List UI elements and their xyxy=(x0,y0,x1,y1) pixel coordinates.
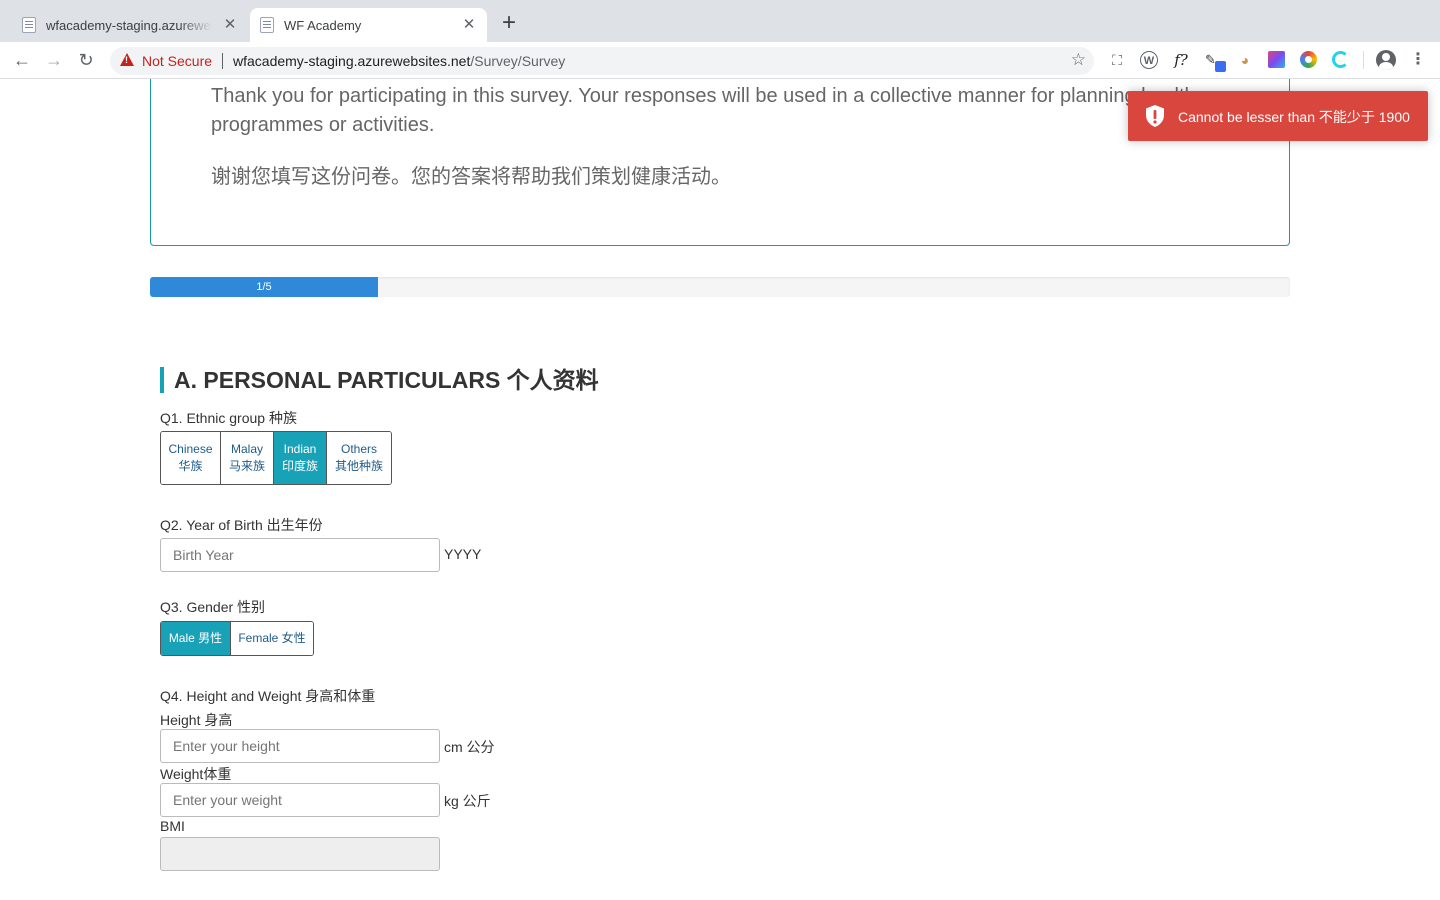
birth-year-input[interactable] xyxy=(160,538,440,572)
new-tab-button[interactable]: + xyxy=(498,11,520,36)
intro-text-chinese: 谢谢您填写这份问卷。您的答案将帮助我们策划健康活动。 xyxy=(211,164,731,188)
toast-message: Cannot be lesser than 不能少于 1900 xyxy=(1178,109,1410,125)
weight-label: Weight体重 xyxy=(160,766,232,782)
intro-panel: Thank you for participating in this surv… xyxy=(150,79,1290,246)
gradient-extension-icon[interactable] xyxy=(1268,51,1285,68)
loader-extension-icon[interactable] xyxy=(1332,51,1349,68)
close-icon[interactable]: ✕ xyxy=(222,17,238,33)
option-label-zh: 其他种族 xyxy=(334,459,383,473)
option-label-en: Indian xyxy=(283,442,317,456)
wordpress-extension-icon[interactable]: W xyxy=(1140,51,1158,69)
option-chinese[interactable]: Chinese 华族 xyxy=(161,432,221,484)
page-favicon-icon xyxy=(260,17,274,33)
option-label-zh: 印度族 xyxy=(281,459,318,473)
url-path: /Survey/Survey xyxy=(470,53,566,69)
option-label-en: Chinese xyxy=(168,442,213,456)
q4-label: Q4. Height and Weight 身高和体重 xyxy=(160,688,376,704)
url-host: wfacademy-staging.azurewebsites.net xyxy=(233,53,471,69)
intro-text-english: Thank you for participating in this surv… xyxy=(211,85,1196,136)
url-text[interactable]: wfacademy-staging.azurewebsites.net/Surv… xyxy=(233,53,565,69)
close-icon[interactable]: ✕ xyxy=(461,17,477,33)
browser-tab-bar: wfacademy-staging.azurewebsites.net ✕ WF… xyxy=(0,0,1440,42)
bmi-label: BMI xyxy=(160,818,185,834)
page-favicon-icon xyxy=(22,17,36,33)
address-bar[interactable]: ! Not Secure wfacademy-staging.azurewebs… xyxy=(110,47,1094,75)
profile-avatar-icon[interactable] xyxy=(1376,50,1396,70)
option-malay[interactable]: Malay 马来族 xyxy=(221,432,274,484)
option-label-zh: 华族 xyxy=(178,459,203,473)
option-label-en: Malay xyxy=(230,442,263,456)
font-extension-icon[interactable]: f? xyxy=(1172,51,1190,69)
option-label-en: Others xyxy=(340,442,377,456)
color-picker-extension-icon[interactable]: ✎ xyxy=(1205,51,1226,72)
q3-label: Q3. Gender 性别 xyxy=(160,599,266,615)
height-input[interactable] xyxy=(160,729,440,763)
security-label[interactable]: Not Secure xyxy=(142,53,212,69)
divider xyxy=(222,53,223,69)
bmi-field xyxy=(160,837,440,871)
browser-tab-wf-academy[interactable]: WF Academy ✕ xyxy=(250,8,487,42)
error-toast[interactable]: Cannot be lesser than 不能少于 1900 xyxy=(1128,91,1428,141)
weight-input[interactable] xyxy=(160,783,440,817)
survey-progress-bar: 1/5 xyxy=(150,277,1290,297)
weight-unit: kg 公斤 xyxy=(444,793,491,809)
tab-title: WF Academy xyxy=(284,17,362,33)
progress-fill: 1/5 xyxy=(150,277,378,297)
height-label: Height 身高 xyxy=(160,712,233,728)
reload-icon[interactable]: ↻ xyxy=(75,50,97,72)
tab-title: wfacademy-staging.azurewebsites.net xyxy=(46,17,212,33)
ethnic-group-options: Chinese 华族 Malay 马来族 Indian 印度族 Others 其… xyxy=(160,431,392,485)
screenshot-extension-icon[interactable]: ⛶ xyxy=(1108,51,1126,69)
option-indian[interactable]: Indian 印度族 xyxy=(274,432,327,484)
menu-kebab-icon[interactable]: ⋮ xyxy=(1409,51,1427,69)
shield-alert-icon xyxy=(1146,105,1164,127)
q2-label: Q2. Year of Birth 出生年份 xyxy=(160,517,323,533)
bookmark-star-icon[interactable]: ☆ xyxy=(1071,50,1086,70)
warning-icon: ! xyxy=(120,53,134,66)
option-male[interactable]: Male 男性 xyxy=(161,622,231,655)
birth-year-unit: YYYY xyxy=(444,546,482,562)
section-title: A. PERSONAL PARTICULARS 个人资料 xyxy=(160,367,599,393)
option-female[interactable]: Female 女性 xyxy=(231,622,313,655)
color-wheel-extension-icon[interactable] xyxy=(1300,51,1317,68)
browser-tab-staging[interactable]: wfacademy-staging.azurewebsites.net ✕ xyxy=(12,8,248,42)
option-label-zh: 马来族 xyxy=(228,459,265,473)
palette-extension-icon[interactable]: ◕ xyxy=(1236,51,1254,69)
height-unit: cm 公分 xyxy=(444,739,495,755)
forward-arrow-icon[interactable]: → xyxy=(43,50,65,72)
gender-options: Male 男性 Female 女性 xyxy=(160,621,314,656)
survey-page: Thank you for participating in this surv… xyxy=(0,79,1440,900)
option-others[interactable]: Others 其他种族 xyxy=(327,432,391,484)
q1-label: Q1. Ethnic group 种族 xyxy=(160,410,297,426)
divider xyxy=(1363,51,1364,69)
back-arrow-icon[interactable]: ← xyxy=(11,50,33,72)
browser-toolbar: ← → ↻ ! Not Secure wfacademy-staging.azu… xyxy=(0,42,1440,79)
